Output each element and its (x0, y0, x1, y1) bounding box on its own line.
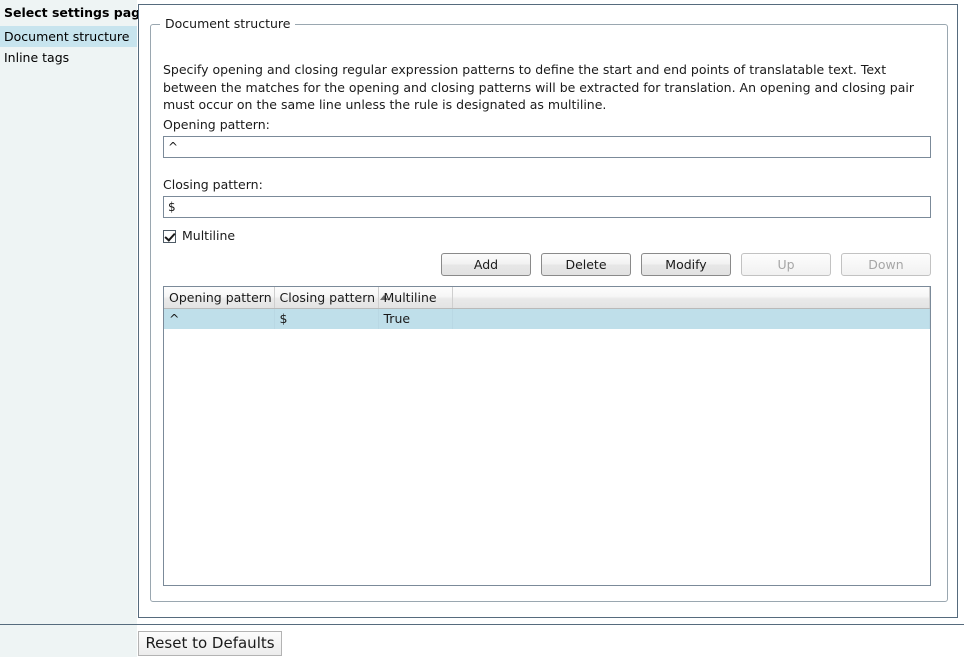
column-header-filler (452, 287, 930, 309)
cell-closing-pattern: $ (274, 308, 379, 329)
column-header-opening-pattern[interactable]: Opening pattern (164, 287, 275, 309)
move-down-button: Down (841, 253, 931, 276)
add-button[interactable]: Add (441, 253, 531, 276)
reset-to-defaults-button[interactable]: Reset to Defaults (138, 631, 282, 656)
settings-dialog: Select settings page: Document structure… (0, 0, 964, 657)
column-header-multiline[interactable]: Multiline (378, 287, 453, 309)
column-header-opening-pattern-label: Opening pattern (169, 289, 272, 305)
closing-pattern-label: Closing pattern: (163, 177, 263, 192)
cell-opening-pattern: ^ (164, 308, 275, 329)
multiline-checkbox-label: Multiline (182, 228, 236, 243)
groupbox-content: Specify opening and closing regular expr… (150, 16, 948, 602)
column-header-closing-pattern[interactable]: Closing pattern (274, 287, 389, 309)
rules-table-body: ^ $ True (164, 308, 930, 329)
sidebar-item-inline-tags[interactable]: Inline tags (0, 47, 137, 68)
rules-table-header: Opening pattern Closing pattern Multilin… (164, 287, 930, 309)
description-text: Specify opening and closing regular expr… (163, 62, 915, 112)
table-row[interactable]: ^ $ True (164, 308, 930, 329)
closing-pattern-input[interactable] (163, 196, 931, 218)
multiline-checkbox-row[interactable]: Multiline (163, 229, 235, 243)
settings-sidebar: Select settings page: Document structure… (0, 0, 154, 657)
sidebar-item-document-structure[interactable]: Document structure (0, 26, 137, 47)
opening-pattern-input[interactable] (163, 136, 931, 158)
delete-button[interactable]: Delete (541, 253, 631, 276)
column-header-closing-pattern-label: Closing pattern (279, 289, 376, 305)
sidebar-title: Select settings page: (4, 5, 154, 20)
cell-filler (452, 308, 930, 329)
column-header-multiline-label: Multiline (383, 289, 437, 305)
footer-separator (0, 624, 964, 625)
sidebar-list: Document structure Inline tags (0, 26, 137, 68)
multiline-checkbox[interactable] (163, 229, 176, 243)
opening-pattern-label: Opening pattern: (163, 117, 270, 132)
rules-table-container: Opening pattern Closing pattern Multilin… (163, 286, 931, 586)
cell-multiline: True (378, 308, 453, 329)
rule-actions-toolbar: Add Delete Modify Up Down (441, 253, 931, 276)
document-structure-groupbox: Document structure Specify opening and c… (150, 16, 948, 602)
rules-table: Opening pattern Closing pattern Multilin… (164, 287, 930, 329)
table-header-row: Opening pattern Closing pattern Multilin… (164, 287, 930, 309)
modify-button[interactable]: Modify (641, 253, 731, 276)
move-up-button: Up (741, 253, 831, 276)
